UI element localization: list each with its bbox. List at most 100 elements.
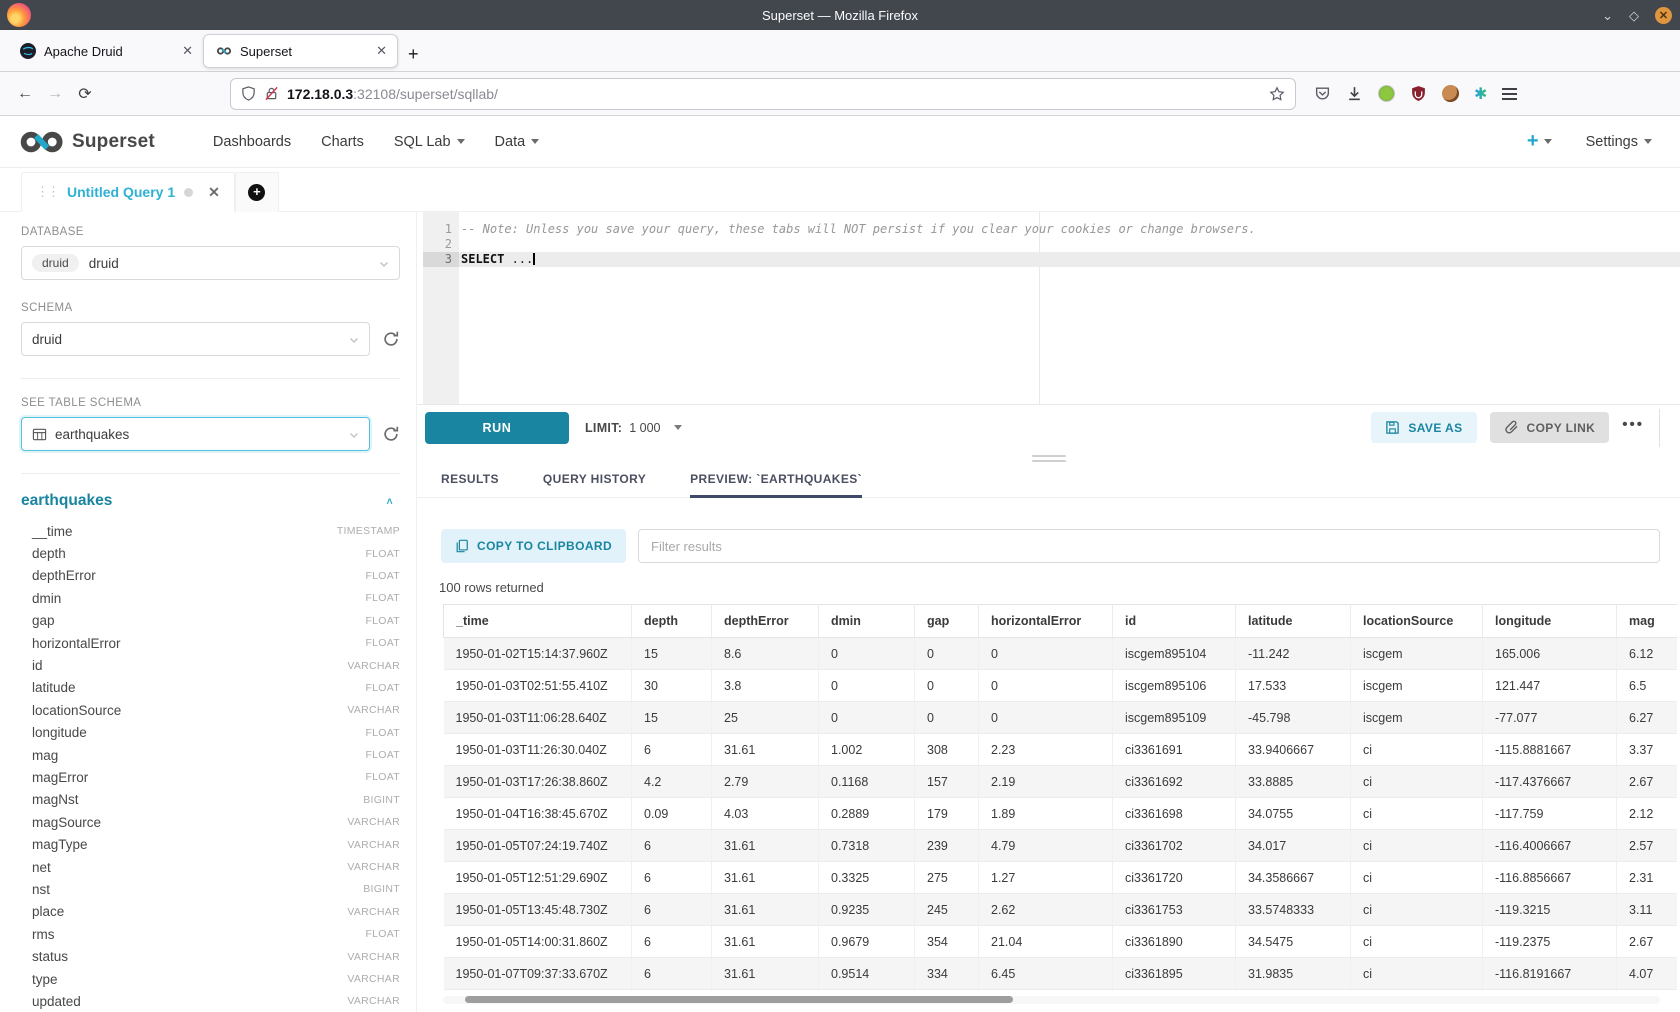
url-text: 172.18.0.3:32108/superset/sqllab/ (287, 86, 1261, 102)
query-tab-close-icon[interactable]: ✕ (208, 184, 220, 201)
tab-query-history[interactable]: QUERY HISTORY (543, 466, 646, 497)
column-header[interactable]: longitude (1483, 605, 1617, 638)
table-cell: 6 (632, 894, 712, 926)
collapse-icon[interactable]: ∧ (385, 495, 394, 506)
copy-to-clipboard-button[interactable]: COPY TO CLIPBOARD (441, 529, 626, 563)
save-as-button[interactable]: SAVE AS (1371, 412, 1476, 443)
limit-dropdown[interactable]: LIMIT: 1 000 (585, 421, 682, 435)
sql-editor[interactable]: 1-- Note: Unless you save your query, th… (423, 212, 1680, 404)
column-type: FLOAT (365, 749, 400, 761)
database-select[interactable]: druid druid (21, 246, 400, 280)
table-cell: 2.23 (979, 734, 1113, 766)
browser-titlebar: Superset — Mozilla Firefox ⌄ ◇ ✕ (0, 0, 1680, 30)
table-cell: 2.62 (979, 894, 1113, 926)
table-cell: iscgem895106 (1113, 670, 1236, 702)
window-close-icon[interactable]: ✕ (1655, 7, 1672, 24)
back-button[interactable]: ← (10, 79, 40, 109)
column-type: FLOAT (365, 727, 400, 739)
column-header[interactable]: mag (1617, 605, 1677, 638)
bookmark-star-icon[interactable] (1269, 86, 1285, 102)
column-type: FLOAT (365, 570, 400, 582)
table-cell: -77.077 (1483, 702, 1617, 734)
pocket-icon[interactable] (1314, 85, 1331, 102)
window-maximize-icon[interactable]: ◇ (1629, 9, 1639, 22)
tab-preview-earthquakes[interactable]: PREVIEW: `EARTHQUAKES` (690, 466, 862, 497)
table-cell: 0 (819, 670, 915, 702)
table-cell: 0.9235 (819, 894, 915, 926)
shield-icon[interactable] (241, 86, 256, 101)
new-item-button[interactable]: + (1527, 130, 1552, 153)
forward-button[interactable]: → (40, 79, 70, 109)
chevron-down-icon (457, 139, 465, 144)
column-name: updated (32, 994, 81, 1009)
schema-select[interactable]: druid (21, 322, 370, 356)
column-header[interactable]: _time (444, 605, 632, 638)
schema-column-row: rmsFLOAT (21, 923, 400, 945)
column-header[interactable]: gap (915, 605, 979, 638)
query-tab-untitled-1[interactable]: ⋮⋮ Untitled Query 1 ✕ (21, 172, 235, 212)
nav-data[interactable]: Data (495, 134, 540, 150)
link-icon (1504, 420, 1519, 435)
new-browser-tab-button[interactable]: + (408, 45, 419, 63)
settings-menu[interactable]: Settings (1586, 134, 1652, 150)
table-cell: 33.5748333 (1236, 894, 1351, 926)
schema-column-row: depthFLOAT (21, 542, 400, 564)
filter-results-input[interactable] (638, 529, 1660, 563)
refresh-schema-icon[interactable] (382, 330, 400, 348)
url-bar[interactable]: 172.18.0.3:32108/superset/sqllab/ (230, 78, 1296, 110)
nav-dashboards[interactable]: Dashboards (213, 134, 291, 150)
table-cell: 6.45 (979, 958, 1113, 990)
refresh-table-icon[interactable] (382, 425, 400, 443)
tab-close-icon[interactable]: ✕ (376, 43, 387, 59)
copy-link-button[interactable]: COPY LINK (1490, 412, 1610, 443)
column-header[interactable]: depth (632, 605, 712, 638)
table-cell: 2.67 (1617, 766, 1677, 798)
column-header[interactable]: locationSource (1351, 605, 1483, 638)
browser-tab-superset[interactable]: Superset ✕ (203, 34, 398, 68)
window-minimize-icon[interactable]: ⌄ (1602, 9, 1613, 22)
column-header[interactable]: depthError (712, 605, 819, 638)
table-schema-title[interactable]: earthquakes (21, 492, 112, 510)
column-name: horizontalError (32, 636, 121, 651)
table-cell: 2.31 (1617, 862, 1677, 894)
app-window: Superset — Mozilla Firefox ⌄ ◇ ✕ Apache … (0, 0, 1680, 1012)
drag-handle-icon[interactable]: ⋮⋮ (36, 184, 58, 200)
column-header[interactable]: dmin (819, 605, 915, 638)
tab-close-icon[interactable]: ✕ (182, 43, 193, 59)
column-header[interactable]: horizontalError (979, 605, 1113, 638)
insecure-lock-icon[interactable] (264, 86, 279, 101)
column-type: FLOAT (365, 548, 400, 560)
table-cell: 1950-01-03T11:06:28.640Z (444, 702, 632, 734)
run-button[interactable]: RUN (425, 412, 569, 444)
menu-hamburger-icon[interactable] (1502, 88, 1517, 100)
schema-column-row: typeVARCHAR (21, 968, 400, 990)
schema-column-row: dminFLOAT (21, 587, 400, 609)
cookie-extension-icon[interactable] (1442, 85, 1459, 102)
downloads-icon[interactable] (1346, 85, 1363, 102)
table-cell: 0 (915, 670, 979, 702)
extension-icon[interactable] (1378, 85, 1395, 102)
schema-column-row: latitudeFLOAT (21, 677, 400, 699)
new-query-tab-button[interactable]: + (235, 172, 279, 212)
browser-tab-apache-druid[interactable]: Apache Druid ✕ (8, 34, 203, 68)
table-select[interactable]: earthquakes (21, 417, 370, 451)
divider (21, 378, 400, 379)
superset-brand[interactable]: Superset (20, 130, 155, 154)
line-number: 3 (423, 252, 459, 267)
ublock-icon[interactable] (1410, 85, 1427, 102)
schema-column-row: idVARCHAR (21, 654, 400, 676)
more-options-button[interactable]: ••• (1622, 416, 1646, 439)
nav-sql-lab[interactable]: SQL Lab (394, 134, 465, 150)
table-cell: 21.04 (979, 926, 1113, 958)
table-cell: -117.759 (1483, 798, 1617, 830)
tab-results[interactable]: RESULTS (441, 466, 499, 497)
asterisk-extension-icon[interactable]: ✱ (1474, 84, 1487, 104)
nav-charts[interactable]: Charts (321, 134, 364, 150)
table-cell: -119.2375 (1483, 926, 1617, 958)
column-header[interactable]: id (1113, 605, 1236, 638)
horizontal-scrollbar[interactable] (443, 996, 1660, 1004)
reload-button[interactable]: ⟳ (70, 79, 100, 109)
column-header[interactable]: latitude (1236, 605, 1351, 638)
horizontal-scrollbar-thumb[interactable] (465, 996, 1013, 1003)
pane-splitter[interactable] (417, 450, 1680, 466)
